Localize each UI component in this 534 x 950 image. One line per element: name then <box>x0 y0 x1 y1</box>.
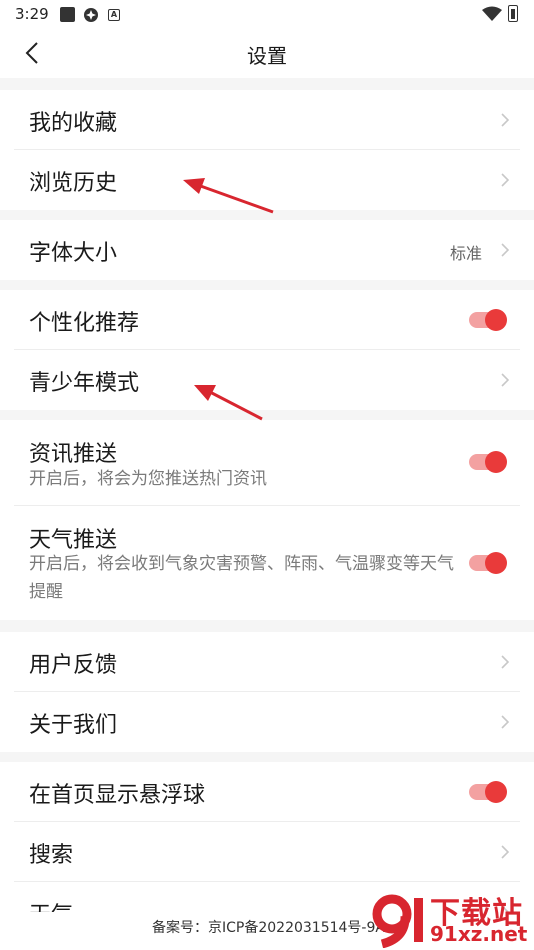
chevron-right-icon <box>501 655 510 669</box>
chevron-right-icon <box>501 173 510 187</box>
row-weather-push[interactable]: 天气推送 开启后，将会收到气象灾害预警、阵雨、气温骤变等天气提醒 <box>0 506 534 620</box>
row-personalized-recommend[interactable]: 个性化推荐 <box>0 290 534 350</box>
row-label: 资讯推送 <box>29 442 118 467</box>
page-title: 设置 <box>247 44 287 68</box>
chevron-right-icon <box>501 715 510 729</box>
row-search[interactable]: 搜索 <box>0 822 534 882</box>
icp-record-text: 备案号：京ICP备2022031514号-9A <box>152 920 385 936</box>
row-font-size[interactable]: 字体大小 标准 <box>0 220 534 280</box>
weather-push-toggle[interactable] <box>469 552 507 574</box>
row-floating-ball[interactable]: 在首页显示悬浮球 <box>0 762 534 822</box>
floating-ball-toggle[interactable] <box>469 781 507 803</box>
row-label: 我的收藏 <box>29 111 118 136</box>
row-description: 开启后，将会为您推送热门资讯 <box>29 469 267 489</box>
app-notification-icon <box>84 8 98 22</box>
chevron-right-icon <box>501 845 510 859</box>
row-label: 搜索 <box>29 843 74 868</box>
row-label: 个性化推荐 <box>29 311 140 336</box>
group-font-size: 字体大小 标准 <box>0 220 534 280</box>
row-label: 字体大小 <box>29 241 118 266</box>
status-time: 3:29 <box>15 5 49 23</box>
watermark-url-text: 91xz.net <box>430 922 528 946</box>
row-label: 用户反馈 <box>29 653 118 678</box>
group-push: 资讯推送 开启后，将会为您推送热门资讯 天气推送 开启后，将会收到气象灾害预警、… <box>0 420 534 620</box>
chevron-right-icon <box>501 243 510 257</box>
wifi-icon <box>482 6 502 21</box>
a-notification-icon: A <box>108 9 120 21</box>
row-label: 浏览历史 <box>29 171 118 196</box>
watermark-91-icon <box>372 894 423 948</box>
row-label: 在首页显示悬浮球 <box>29 783 206 808</box>
chevron-right-icon <box>501 113 510 127</box>
row-user-feedback[interactable]: 用户反馈 <box>0 632 534 692</box>
font-size-value: 标准 <box>449 244 482 263</box>
group-recommend-youth: 个性化推荐 青少年模式 <box>0 290 534 410</box>
row-about-us[interactable]: 关于我们 <box>0 692 534 752</box>
group-feedback-about: 用户反馈 关于我们 <box>0 632 534 752</box>
app-header: 设置 <box>0 30 534 78</box>
row-label: 天气 <box>29 897 73 912</box>
row-my-favorites[interactable]: 我的收藏 <box>0 90 534 150</box>
row-browse-history[interactable]: 浏览历史 <box>0 150 534 210</box>
group-favorites-history: 我的收藏 浏览历史 <box>0 90 534 210</box>
personalized-recommend-toggle[interactable] <box>469 309 507 331</box>
toggle-knob <box>485 552 507 574</box>
toggle-knob <box>485 781 507 803</box>
row-description: 开启后，将会收到气象灾害预警、阵雨、气温骤变等天气提醒 <box>29 554 454 602</box>
watermark-logo: 下载站 91xz.net <box>372 888 530 948</box>
row-youth-mode[interactable]: 青少年模式 <box>0 350 534 410</box>
news-push-toggle[interactable] <box>469 451 507 473</box>
row-news-push[interactable]: 资讯推送 开启后，将会为您推送热门资讯 <box>0 420 534 506</box>
battery-icon <box>508 5 518 22</box>
toggle-knob <box>485 451 507 473</box>
toggle-knob <box>485 309 507 331</box>
status-bar: 3:29 A <box>0 0 534 30</box>
row-label: 关于我们 <box>29 713 118 738</box>
row-label: 青少年模式 <box>29 371 140 396</box>
notification-square-icon <box>60 7 75 22</box>
chevron-right-icon <box>501 373 510 387</box>
